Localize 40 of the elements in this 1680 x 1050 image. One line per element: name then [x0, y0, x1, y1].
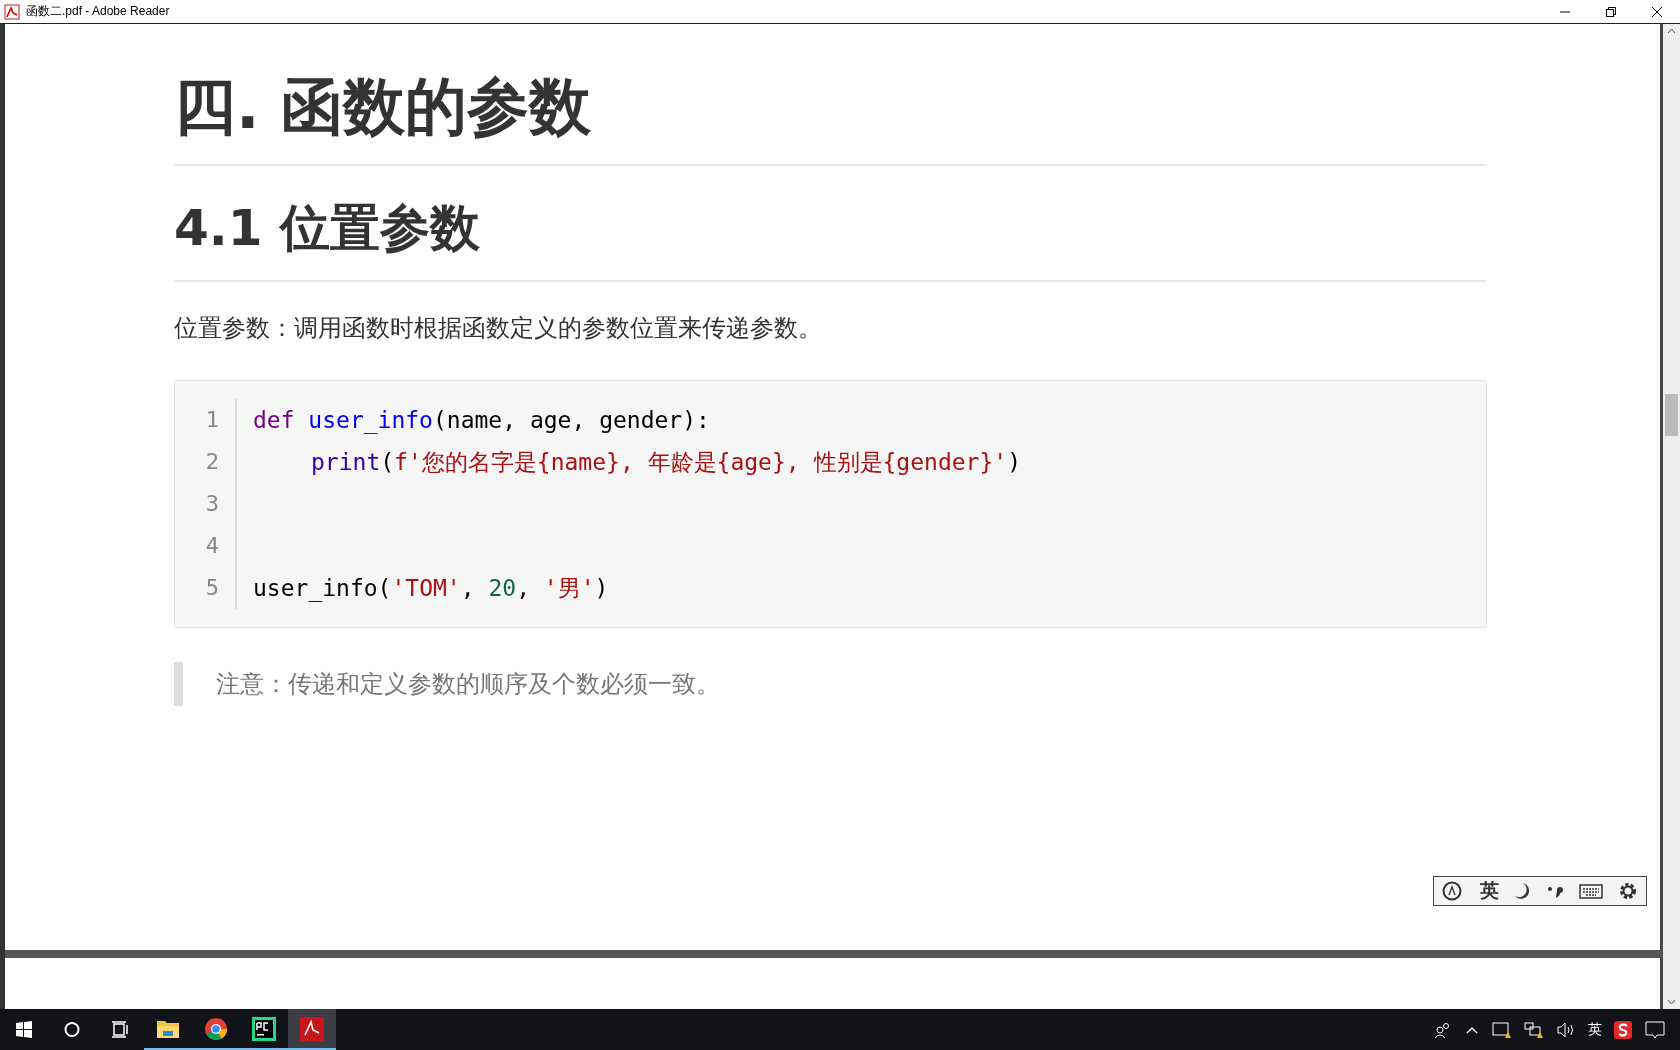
code-token: )	[594, 575, 609, 601]
code-token: user_info	[308, 407, 433, 433]
taskbar-app[interactable]	[288, 1009, 336, 1050]
scrollbar[interactable]	[1663, 24, 1680, 1009]
code-token: (name, age, gender):	[432, 407, 710, 433]
document-heading: 四. 函数的参数	[174, 69, 593, 145]
scrollbar-thumb[interactable]	[1665, 394, 1678, 436]
code-token: def	[253, 407, 295, 433]
input-method-icon[interactable]	[1614, 1020, 1632, 1039]
code-token: print	[311, 449, 381, 475]
code-token: )	[1007, 449, 1021, 475]
input-language[interactable]: 英	[1588, 1020, 1602, 1039]
code-token: ,	[460, 575, 476, 601]
quote-bar	[174, 662, 183, 706]
code-token: '男'	[543, 575, 595, 601]
line-number: 1	[205, 406, 220, 434]
line-number: 2	[205, 448, 220, 476]
code-token: 'TOM'	[391, 575, 461, 601]
window-title: 函数二.pdf - Adobe Reader	[26, 3, 170, 20]
section-heading: 4.1 位置参数	[174, 198, 481, 259]
code-token: user_info(	[253, 575, 392, 601]
notification-icon[interactable]	[1644, 1019, 1666, 1040]
monitor-warning-icon[interactable]	[1492, 1020, 1512, 1039]
line-number: 3	[205, 490, 220, 518]
line-number: 4	[205, 532, 220, 560]
people-icon[interactable]	[1434, 1020, 1452, 1039]
note-text: 注意：传递和定义参数的顺序及个数必须一致。	[216, 669, 720, 700]
code-token: (	[380, 449, 395, 475]
speaker-icon[interactable]	[1556, 1020, 1576, 1039]
code-token: ,	[516, 575, 531, 601]
paragraph: 位置参数：调用函数时根据函数定义的参数位置来传递参数。	[174, 313, 823, 344]
code-token: 20	[488, 575, 517, 601]
browser-icon	[204, 1016, 228, 1041]
ide-icon	[252, 1016, 276, 1041]
line-number: 5	[205, 574, 220, 602]
code-token: f'您的名字是{name}, 年龄是{age}, 性别是{gender}'	[394, 449, 1008, 475]
pdf-app-icon	[4, 3, 20, 20]
network-warning-icon[interactable]	[1524, 1020, 1544, 1039]
pdf-reader-icon	[300, 1016, 324, 1041]
input-mode-toggle[interactable]: 英	[1479, 878, 1499, 904]
